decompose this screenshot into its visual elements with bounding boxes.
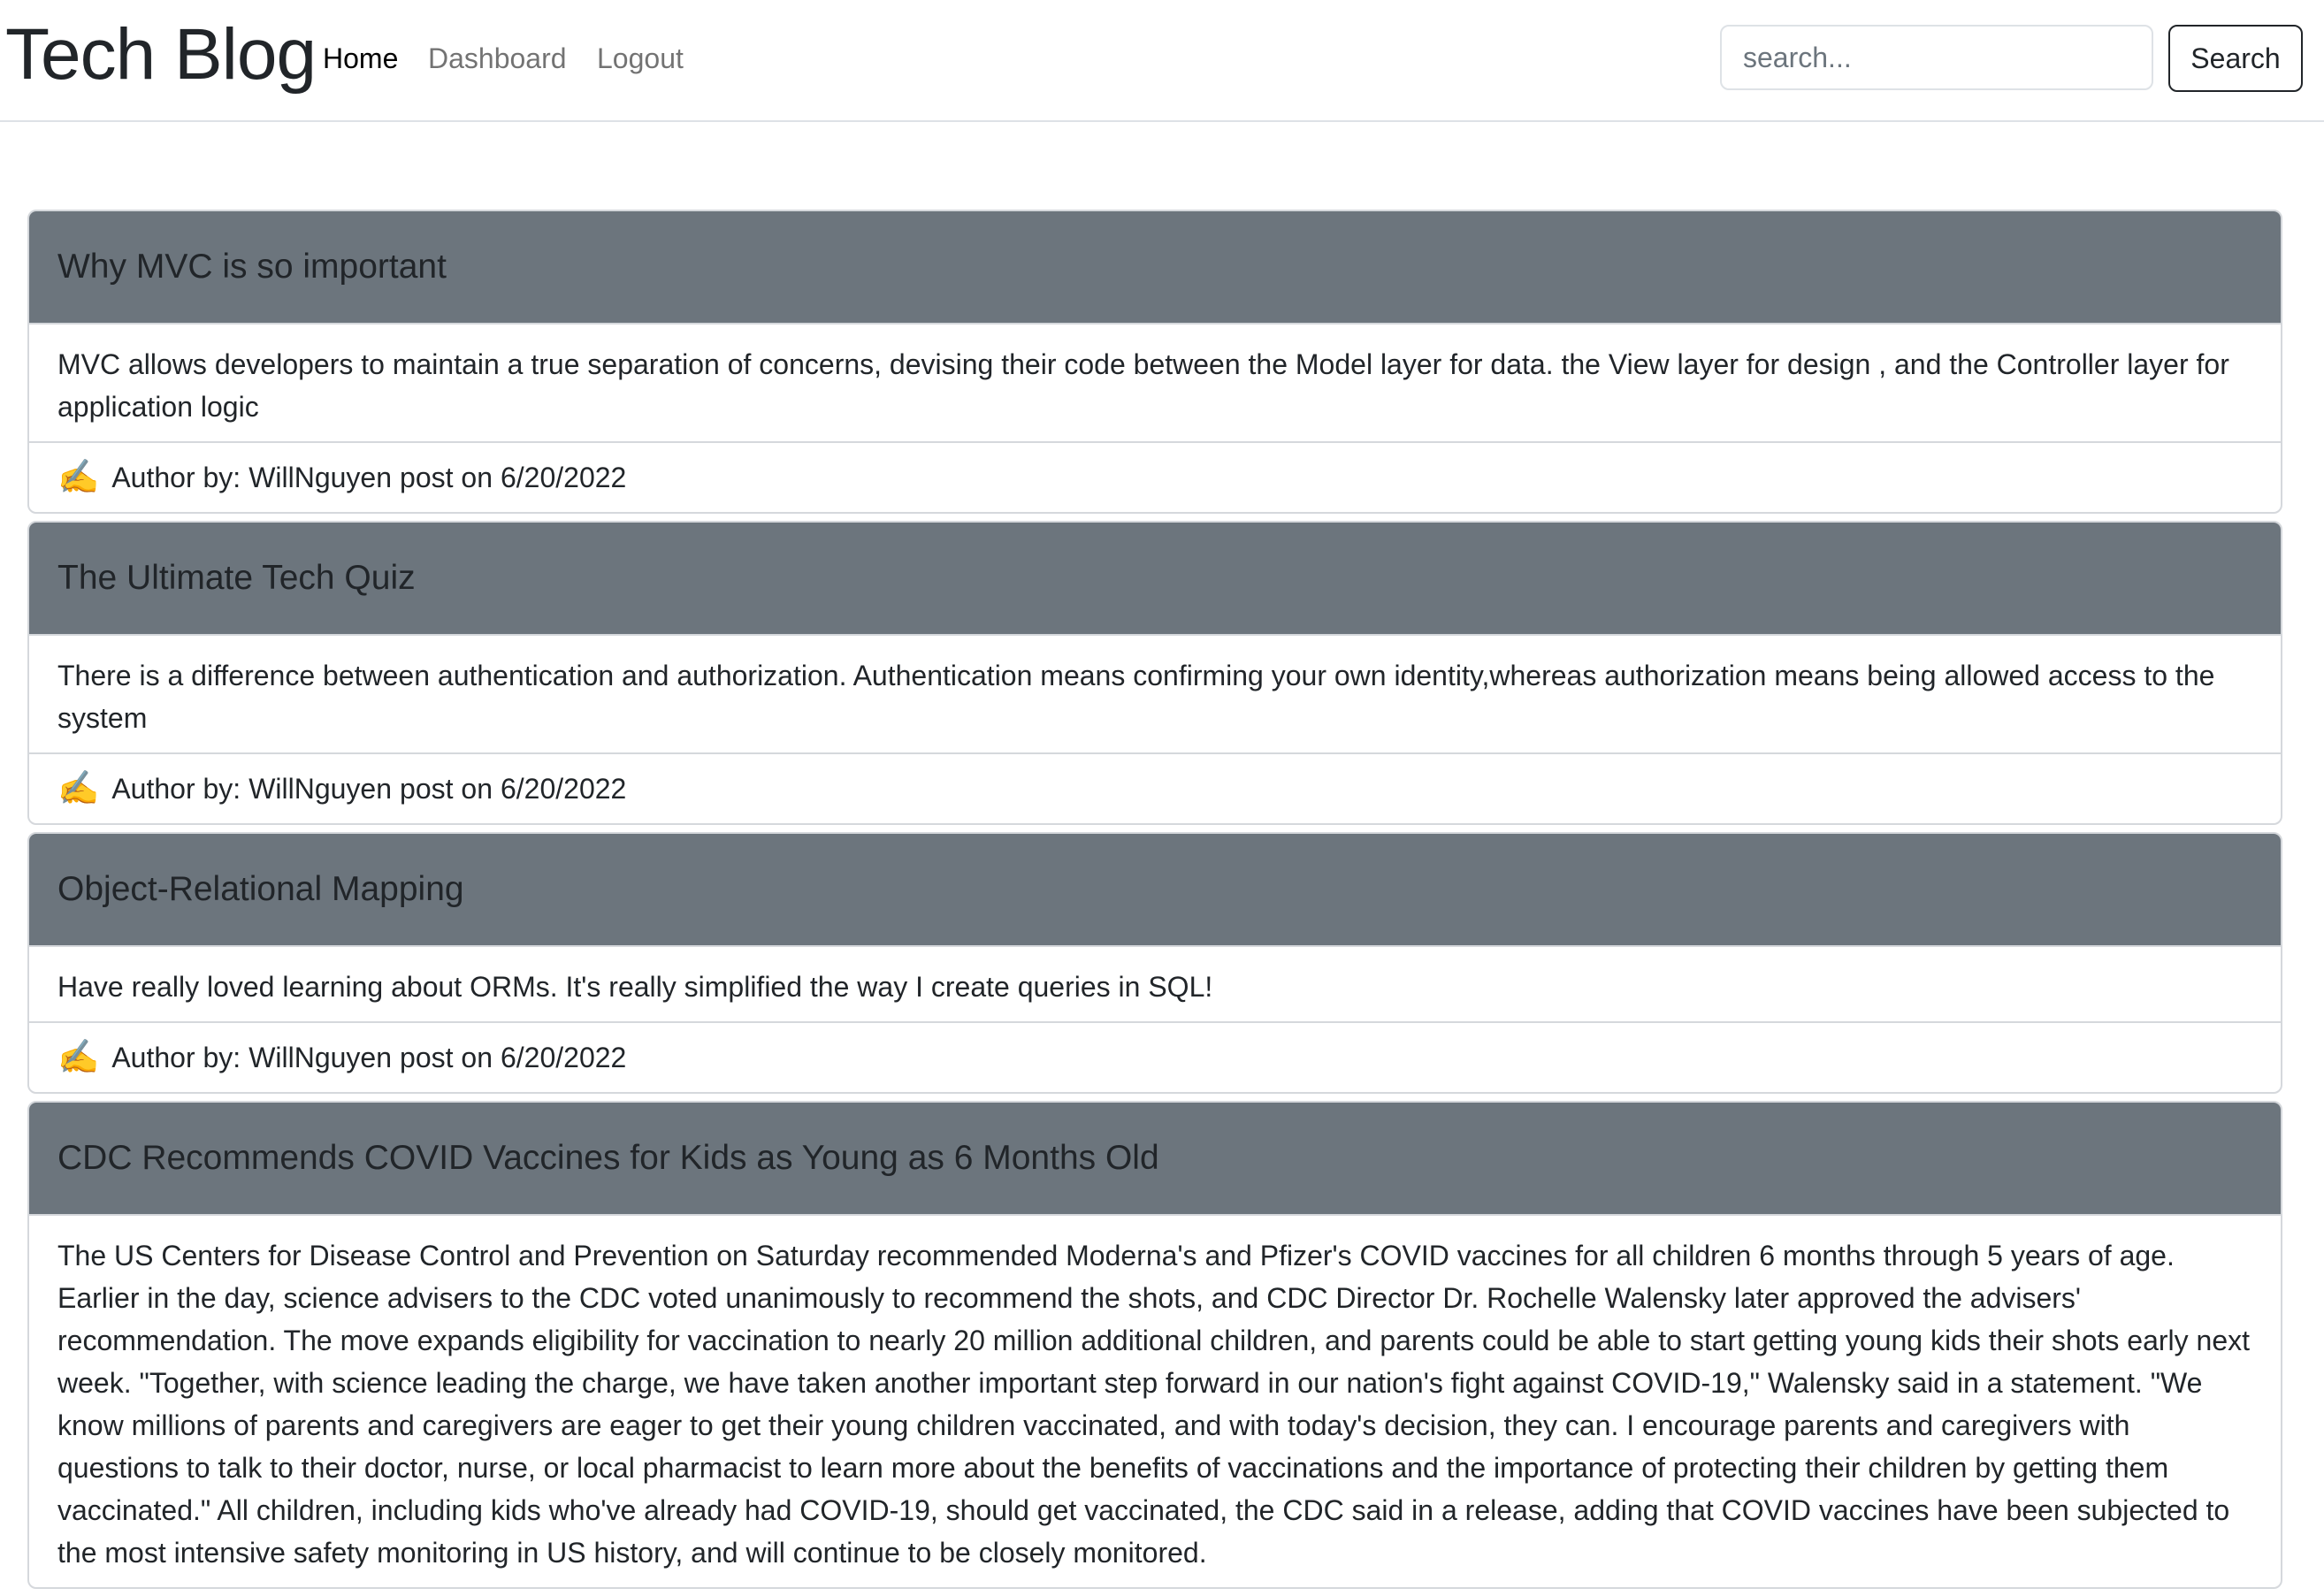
- post-body: The US Centers for Disease Control and P…: [29, 1216, 2281, 1587]
- post-card-header: CDC Recommends COVID Vaccines for Kids a…: [29, 1103, 2281, 1216]
- post-content: There is a difference between authentica…: [57, 660, 2215, 734]
- author-name: WillNguyen: [248, 461, 393, 493]
- post-title[interactable]: The Ultimate Tech Quiz: [57, 559, 416, 598]
- post-date: 6/20/2022: [500, 772, 627, 805]
- post-title[interactable]: Why MVC is so important: [57, 248, 447, 286]
- post-footer: ✍️ Author by: WillNguyen post on 6/20/20…: [29, 441, 2281, 512]
- post-card[interactable]: Why MVC is so important MVC allows devel…: [27, 210, 2282, 514]
- post-content: The US Centers for Disease Control and P…: [57, 1240, 2251, 1569]
- post-title[interactable]: Object-Relational Mapping: [57, 870, 464, 909]
- post-card[interactable]: Object-Relational Mapping Have really lo…: [27, 832, 2282, 1094]
- post-body: Have really loved learning about ORMs. I…: [29, 947, 2281, 1021]
- writing-hand-icon: ✍️: [57, 770, 100, 807]
- post-footer: ✍️ Author by: WillNguyen post on 6/20/20…: [29, 1021, 2281, 1092]
- post-body: MVC allows developers to maintain a true…: [29, 325, 2281, 441]
- nav-home-link[interactable]: Home: [323, 35, 398, 81]
- nav-dashboard-link[interactable]: Dashboard: [428, 35, 567, 81]
- post-content: Have really loved learning about ORMs. I…: [57, 971, 1213, 1003]
- writing-hand-icon: ✍️: [57, 459, 100, 496]
- post-date: 6/20/2022: [500, 461, 627, 493]
- post-content: MVC allows developers to maintain a true…: [57, 348, 2229, 423]
- brand-title[interactable]: Tech Blog: [5, 7, 317, 103]
- author-name: WillNguyen: [248, 772, 393, 805]
- post-card[interactable]: CDC Recommends COVID Vaccines for Kids a…: [27, 1101, 2282, 1589]
- nav-logout-link[interactable]: Logout: [597, 35, 684, 81]
- posted-label: post on: [400, 1041, 493, 1073]
- author-name: WillNguyen: [248, 1041, 393, 1073]
- writing-hand-icon: ✍️: [57, 1039, 100, 1076]
- posted-label: post on: [400, 461, 493, 493]
- top-navbar: Tech Blog Home Dashboard Logout Search: [0, 0, 2324, 122]
- post-date: 6/20/2022: [500, 1041, 627, 1073]
- post-body: There is a difference between authentica…: [29, 636, 2281, 752]
- search-input[interactable]: [1720, 25, 2153, 90]
- posted-label: post on: [400, 772, 493, 805]
- post-footer: ✍️ Author by: WillNguyen post on 6/20/20…: [29, 752, 2281, 823]
- post-card-header: Object-Relational Mapping: [29, 834, 2281, 947]
- post-title[interactable]: CDC Recommends COVID Vaccines for Kids a…: [57, 1139, 1159, 1178]
- author-label: Author by:: [111, 461, 241, 493]
- post-card[interactable]: The Ultimate Tech Quiz There is a differ…: [27, 521, 2282, 825]
- post-card-header: The Ultimate Tech Quiz: [29, 523, 2281, 636]
- post-list: Why MVC is so important MVC allows devel…: [27, 210, 2282, 1596]
- author-label: Author by:: [111, 772, 241, 805]
- post-card-header: Why MVC is so important: [29, 211, 2281, 325]
- author-label: Author by:: [111, 1041, 241, 1073]
- search-button[interactable]: Search: [2168, 25, 2303, 92]
